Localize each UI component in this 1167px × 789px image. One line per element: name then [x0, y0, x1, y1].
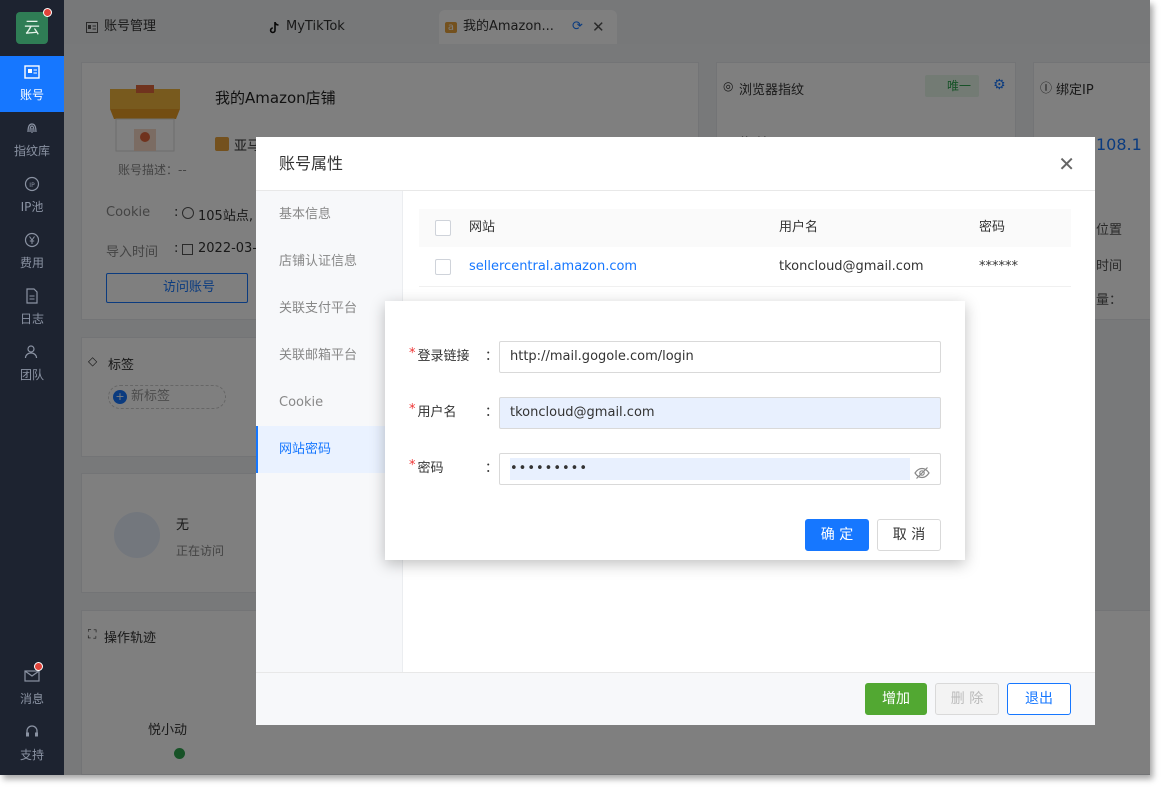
- login-url-row: * 登录链接 ： http://mail.gogole.com/login: [385, 341, 965, 373]
- side-item-email-platform[interactable]: 关联邮箱平台: [256, 332, 402, 379]
- sidebar-item-support[interactable]: 支持: [0, 716, 64, 772]
- eye-off-icon[interactable]: [914, 462, 930, 479]
- table-row[interactable]: sellercentral.amazon.com tkoncloud@gmail…: [419, 247, 1071, 287]
- team-icon: [0, 344, 64, 366]
- modal-title: 账号属性: [279, 154, 344, 173]
- modal-header: 账号属性 ✕: [256, 137, 1095, 191]
- sidebar-item-team[interactable]: 团队: [0, 336, 64, 392]
- username-row: * 用户名 ： tkoncloud@gmail.com: [385, 397, 965, 429]
- sidebar-item-log[interactable]: 日志: [0, 280, 64, 336]
- username-label: * 用户名: [409, 397, 457, 429]
- sidebar-item-account[interactable]: 账号: [0, 56, 64, 112]
- app-window: 云 账号 指纹库 IP IP池 费用 日志 团队 消息 支持 账号属性 ✕ 基本…: [0, 0, 1150, 775]
- required-mark: *: [409, 346, 416, 361]
- column-site: 网站: [469, 220, 496, 235]
- side-item-site-password[interactable]: 网站密码: [256, 426, 402, 473]
- sidebar-item-fingerprint[interactable]: 指纹库: [0, 112, 64, 168]
- sidebar-item-message[interactable]: 消息: [0, 660, 64, 716]
- required-mark: *: [409, 458, 416, 473]
- message-badge: [34, 662, 43, 671]
- required-mark: *: [409, 402, 416, 417]
- edit-password-dialog: * 登录链接 ： http://mail.gogole.com/login * 用户…: [385, 301, 965, 560]
- field-label: 密码: [417, 461, 444, 476]
- side-item-cookie[interactable]: Cookie: [256, 379, 402, 426]
- field-colon: ：: [485, 349, 499, 364]
- notification-dot: [43, 8, 52, 17]
- row-username: tkoncloud@gmail.com: [779, 259, 924, 274]
- message-icon: [0, 668, 64, 690]
- log-icon: [0, 288, 64, 310]
- sidebar-label: 支持: [19, 748, 44, 762]
- sidebar-item-cost[interactable]: 费用: [0, 224, 64, 280]
- cancel-button[interactable]: 取 消: [877, 519, 941, 551]
- login-url-input[interactable]: http://mail.gogole.com/login: [499, 341, 941, 373]
- field-label: 登录链接: [417, 349, 470, 364]
- sidebar-label: 日志: [19, 312, 44, 326]
- field-label: 用户名: [417, 405, 457, 420]
- table-header: 网站 用户名 密码: [419, 209, 1071, 247]
- row-password: ******: [979, 259, 1018, 274]
- field-colon: ：: [485, 461, 499, 476]
- app-logo: 云: [16, 12, 48, 44]
- modal-side-nav: 基本信息 店铺认证信息 关联支付平台 关联邮箱平台 Cookie 网站密码: [256, 191, 403, 672]
- fingerprint-icon: [0, 120, 64, 142]
- sidebar-label: 指纹库: [13, 144, 50, 158]
- column-username: 用户名: [779, 220, 819, 235]
- sidebar: 云 账号 指纹库 IP IP池 费用 日志 团队 消息 支持: [0, 0, 64, 775]
- svg-text:IP: IP: [29, 182, 35, 189]
- side-item-payment-platform[interactable]: 关联支付平台: [256, 285, 402, 332]
- select-all-checkbox[interactable]: [435, 220, 451, 236]
- confirm-button[interactable]: 确 定: [805, 519, 869, 551]
- support-icon: [0, 724, 64, 746]
- password-input[interactable]: •••••••••: [499, 453, 941, 485]
- column-password: 密码: [979, 220, 1006, 235]
- sidebar-label: 账号: [19, 88, 44, 102]
- yen-icon: [0, 232, 64, 254]
- exit-button[interactable]: 退出: [1007, 683, 1071, 715]
- row-site-link[interactable]: sellercentral.amazon.com: [469, 247, 637, 287]
- account-icon: [0, 64, 64, 86]
- sidebar-label: 费用: [19, 256, 44, 270]
- close-icon[interactable]: ✕: [1058, 137, 1075, 191]
- sidebar-label: IP池: [20, 200, 44, 214]
- password-value: •••••••••: [510, 458, 910, 480]
- modal-footer: 增加 删 除 退出: [256, 672, 1095, 725]
- add-button[interactable]: 增加: [865, 683, 927, 715]
- username-input[interactable]: tkoncloud@gmail.com: [499, 397, 941, 429]
- password-table: 网站 用户名 密码 sellercentral.amazon.com tkonc…: [419, 209, 1071, 287]
- ip-pool-icon: IP: [0, 176, 64, 198]
- login-url-label: * 登录链接: [409, 341, 470, 373]
- sidebar-label: 团队: [19, 368, 44, 382]
- password-row: * 密码 ： •••••••••: [385, 453, 965, 485]
- side-item-basic-info[interactable]: 基本信息: [256, 191, 402, 238]
- sidebar-label: 消息: [19, 692, 44, 706]
- delete-button[interactable]: 删 除: [935, 683, 999, 715]
- field-colon: ：: [485, 405, 499, 420]
- side-item-store-verification[interactable]: 店铺认证信息: [256, 238, 402, 285]
- row-checkbox[interactable]: [435, 259, 451, 275]
- sidebar-item-ip-pool[interactable]: IP IP池: [0, 168, 64, 224]
- password-label: * 密码: [409, 453, 444, 485]
